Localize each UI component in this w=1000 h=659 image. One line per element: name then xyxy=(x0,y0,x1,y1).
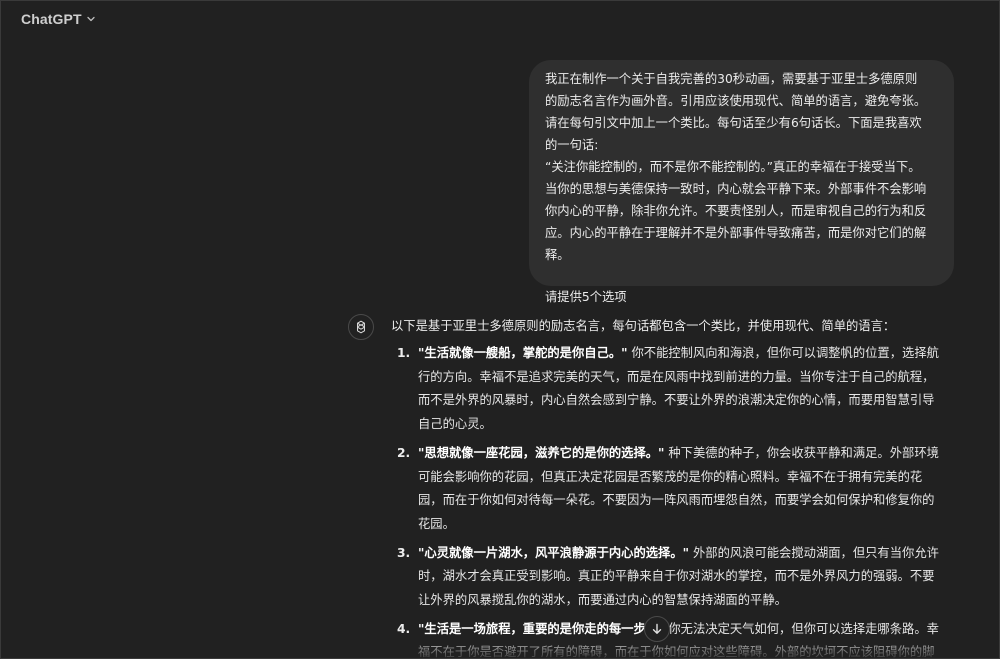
model-name: ChatGPT xyxy=(21,11,82,27)
user-message-line: “关注你能控制的，而不是你不能控制的。”真正的幸福在于接受当下。 xyxy=(545,160,921,174)
arrow-down-icon xyxy=(651,620,663,639)
list-item-number: 2. xyxy=(397,445,411,460)
list-item-number: 4. xyxy=(397,621,411,636)
list-item-number: 3. xyxy=(397,545,411,560)
list-item: 4. "生活是一场旅程，重要的是你走的每一步。" 你无法决定天气如何，但你可以选… xyxy=(391,618,961,659)
quote-text: 外部的风浪可能会搅动湖面，但只有当你允许 xyxy=(689,545,939,560)
user-message-line: 应。内心的平静在于理解并不是外部事件导致痛苦，而是你对它们的解 xyxy=(545,226,927,240)
quote-text: 而不是外界的风暴时，内心自然会感到宁静。不要让外界的浪潮决定你的心情，而要用智慧… xyxy=(418,393,935,408)
quote-text: 花园。 xyxy=(418,516,455,531)
chat-window: ChatGPT 我正在制作一个关于自我完善的30秒动画，需要基于亚里士多德原则 … xyxy=(0,0,1000,659)
quote-text: 行的方向。幸福不是追求完美的天气，而是在风雨中找到前进的力量。当你专注于自己的航… xyxy=(418,369,935,384)
quote-text: 时，湖水才会真正受到影响。真正的平静来自于你对湖水的掌控，而不是外界风力的强弱。… xyxy=(418,569,935,584)
user-message-line: 你内心的平静，除非你允许。不要责怪别人，而是审视自己的行为和反 xyxy=(545,204,927,218)
quote-bold: "心灵就像一片湖水，风平浪静源于内心的选择。" xyxy=(418,545,690,560)
quote-text: 自己的心灵。 xyxy=(418,417,492,432)
user-message-bubble: 我正在制作一个关于自我完善的30秒动画，需要基于亚里士多德原则 的励志名言作为画… xyxy=(529,60,954,304)
scroll-to-bottom-button[interactable] xyxy=(644,616,670,642)
assistant-intro: 以下是基于亚里士多德原则的励志名言，每句话都包含一个类比，并使用现代、简单的语言… xyxy=(391,319,896,333)
user-message-line: 的一句话: xyxy=(545,138,599,152)
quote-text: 你无法决定天气如何，但你可以选择走哪条路。幸 xyxy=(664,621,939,636)
quote-text: 园，而在于你如何对待每一朵花。不要因为一阵风雨而埋怨自然，而要学会如何保护和修复… xyxy=(418,493,935,508)
list-item: 3. "心灵就像一片湖水，风平浪静源于内心的选择。" 外部的风浪可能会搅动湖面，… xyxy=(391,542,961,613)
quote-text: 你不能控制风向和海浪，但你可以调整帆的位置，选择航 xyxy=(627,346,939,360)
user-message-line: 的励志名言作为画外音。引用应该使用现代、简单的语言，避免夸张。 xyxy=(545,94,927,108)
list-item-number: 1. xyxy=(397,346,411,360)
quote-text: 可能会影响你的花园，但真正决定花园是否繁茂的是你的精心照料。幸福不在于拥有完美的… xyxy=(418,469,923,484)
quote-bold: "生活是一场旅程，重要的是你走的每一步。" xyxy=(418,621,665,636)
list-item: 2. "思想就像一座花园，滋养它的是你的选择。" 种下美德的种子，你会收获平静和… xyxy=(391,442,961,537)
quote-bold: "思想就像一座花园，滋养它的是你的选择。" xyxy=(418,445,665,460)
quote-text: 福不在于你是否避开了所有的障碍，而在于你如何应对这些障碍。外部的坎坷不应该阻碍你… xyxy=(418,645,935,659)
quote-text: 种下美德的种子，你会收获平静和满足。外部环境 xyxy=(664,445,939,460)
list-item: 1. "生活就像一艘船，掌舵的是你自己。" 你不能控制风向和海浪，但你可以调整帆… xyxy=(391,342,961,437)
user-message-line: 释。 xyxy=(545,248,570,262)
user-message-line: 我正在制作一个关于自我完善的30秒动画，需要基于亚里士多德原则 xyxy=(545,72,918,86)
chevron-down-icon xyxy=(86,14,96,24)
user-message-line: 当你的思想与美德保持一致时，内心就会平静下来。外部事件不会影响 xyxy=(545,182,927,196)
assistant-message: 以下是基于亚里士多德原则的励志名言，每句话都包含一个类比，并使用现代、简单的语言… xyxy=(391,315,961,659)
top-bar: ChatGPT xyxy=(1,1,999,39)
user-message-line: 请在每句引文中加上一个类比。每句话至少有6句话长。下面是我喜欢 xyxy=(545,116,922,130)
quote-text: 让外界的风暴搅乱你的湖水，而要通过内心的智慧保持湖面的平静。 xyxy=(418,593,787,608)
model-selector-button[interactable]: ChatGPT xyxy=(15,7,102,31)
user-request-line: 请提供5个选项 xyxy=(545,290,627,304)
quote-bold: "生活就像一艘船，掌舵的是你自己。" xyxy=(418,346,628,360)
openai-logo-icon xyxy=(348,314,374,340)
